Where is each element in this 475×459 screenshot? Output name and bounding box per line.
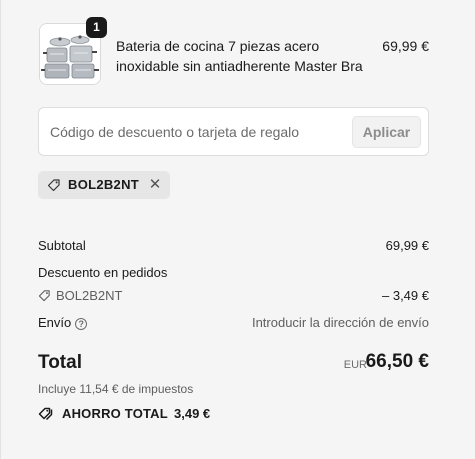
applied-discount-chip: BOL2B2NT ✕ [38,171,170,199]
savings-value: 3,49 € [174,406,211,421]
discount-field: Aplicar [38,107,429,156]
order-discount-value: – 3,49 € [382,288,429,303]
order-summary-panel: 1 Bateria de cocina 7 piezas acero inoxi… [0,0,475,459]
subtotal-value: 69,99 € [385,238,429,253]
total-currency: EUR [343,359,367,371]
panel-divider [0,0,1,459]
shipping-row: Envío? [38,315,88,331]
tag-icon [47,179,60,192]
total-value: 66,50 € [365,351,429,372]
help-icon[interactable]: ? [75,317,88,330]
subtotal-label: Subtotal [38,238,86,253]
remove-code-close-icon[interactable]: ✕ [147,176,163,194]
shipping-label: Envío [38,315,72,330]
product-title: Bateria de cocina 7 piezas acero inoxida… [116,38,363,74]
applied-code-label: BOL2B2NT [68,177,140,192]
tag-icon [38,290,50,302]
savings-label: AHORRO TOTAL [62,406,168,421]
apply-discount-button[interactable]: Aplicar [352,116,421,148]
order-discount-code-text: BOL2B2NT [56,288,123,303]
quantity-badge: 1 [86,17,107,38]
shipping-value: Introducir la dirección de envío [251,315,429,330]
discount-code-input[interactable] [50,118,340,146]
order-discount-label: Descuento en pedidos [38,265,168,280]
tax-note: Incluye 11,54 € de impuestos [38,382,194,396]
tags-icon [38,407,53,421]
product-price: 69,99 € [382,38,429,54]
total-label: Total [38,352,82,373]
